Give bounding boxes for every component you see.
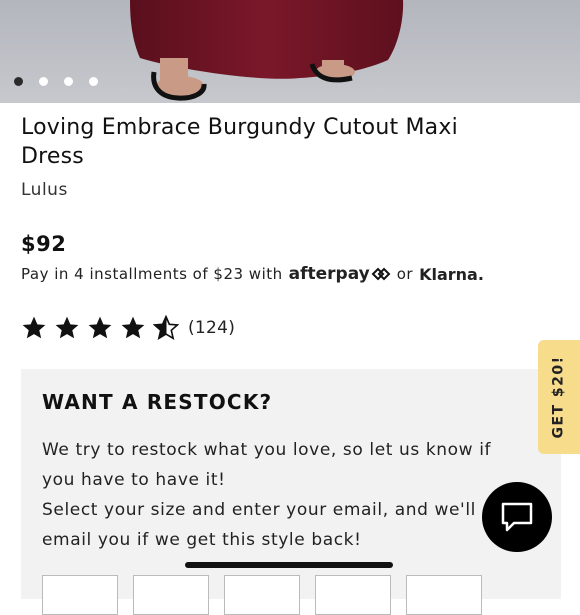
installment-or: or: [396, 265, 414, 283]
star-icon: [88, 316, 112, 339]
restock-line-1: We try to restock what you love, so let …: [42, 440, 492, 490]
home-indicator: [185, 562, 393, 568]
promo-tab[interactable]: GET $20!: [538, 340, 580, 454]
klarna-logo[interactable]: Klarna.: [419, 265, 484, 284]
afterpay-logo[interactable]: afterpay: [289, 264, 370, 284]
review-count[interactable]: (124): [188, 318, 235, 338]
size-option[interactable]: [315, 575, 391, 615]
installment-info: Pay in 4 installments of $23 with afterp…: [21, 264, 484, 284]
size-options: [42, 575, 482, 615]
restock-line-2: Select your size and enter your email, a…: [42, 500, 476, 550]
product-image-carousel[interactable]: [0, 0, 580, 103]
product-price: $92: [21, 232, 67, 256]
chat-button[interactable]: [482, 482, 552, 552]
star-icon: [55, 316, 79, 339]
restock-title: WANT A RESTOCK?: [42, 390, 273, 414]
size-option[interactable]: [224, 575, 300, 615]
size-option[interactable]: [133, 575, 209, 615]
star-half-icon: [153, 315, 179, 340]
star-icon: [121, 316, 145, 339]
promo-tab-label: GET $20!: [551, 355, 567, 439]
size-option[interactable]: [406, 575, 482, 615]
star-icon: [22, 316, 46, 339]
installment-text: Pay in 4 installments of $23 with: [21, 265, 283, 283]
brand-name[interactable]: Lulus: [21, 180, 68, 200]
carousel-dot-2[interactable]: [39, 77, 48, 86]
afterpay-arrows-icon: [371, 267, 391, 281]
product-title: Loving Embrace Burgundy Cutout Maxi Dres…: [21, 115, 458, 169]
rating-stars[interactable]: (124): [21, 315, 235, 341]
chat-bubble-icon: [501, 502, 533, 532]
carousel-dot-4[interactable]: [89, 77, 98, 86]
carousel-dots: [14, 77, 98, 86]
product-photo: [0, 0, 580, 103]
carousel-dot-3[interactable]: [64, 77, 73, 86]
carousel-dot-1[interactable]: [14, 77, 23, 86]
restock-description: We try to restock what you love, so let …: [42, 435, 522, 555]
size-option[interactable]: [42, 575, 118, 615]
